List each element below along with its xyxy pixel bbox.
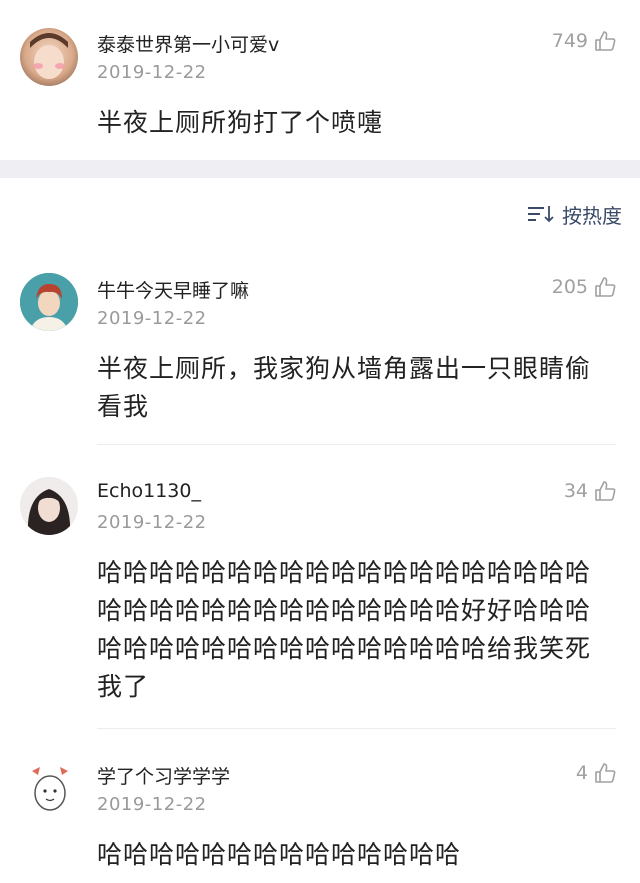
comment-date: 2019-12-22 <box>97 308 207 329</box>
avatar-photo-icon <box>20 477 78 535</box>
like-button[interactable]: 4 <box>576 762 616 784</box>
avatar-illustration-icon <box>20 273 78 331</box>
comment-text: 哈哈哈哈哈哈哈哈哈哈哈哈哈哈 <box>97 840 462 869</box>
username[interactable]: 学了个习学学学 <box>97 762 230 789</box>
thumbs-up-icon <box>595 481 616 501</box>
avatar[interactable] <box>20 273 78 331</box>
like-button[interactable]: 749 <box>552 30 616 52</box>
like-button[interactable]: 34 <box>564 480 616 502</box>
comment-date: 2019-12-22 <box>97 62 207 83</box>
like-button[interactable]: 205 <box>552 276 616 298</box>
comment-text: 哈哈哈哈哈哈哈哈哈哈哈哈哈哈哈哈哈哈哈哈哈哈哈哈哈哈哈哈哈哈哈哈哈好好哈哈哈哈哈… <box>97 558 592 701</box>
sort-by-hot-button[interactable]: 按热度 <box>528 200 622 228</box>
like-count: 34 <box>563 480 588 502</box>
section-divider <box>0 160 640 178</box>
avatar-face-icon <box>30 33 68 79</box>
like-count: 205 <box>551 276 588 298</box>
avatar-cartoon-icon <box>20 759 78 817</box>
username[interactable]: 牛牛今天早睡了嘛 <box>97 276 249 303</box>
like-count: 749 <box>551 30 588 52</box>
divider <box>97 728 616 729</box>
thumbs-up-icon <box>595 277 616 297</box>
thumbs-up-icon <box>595 763 616 783</box>
comment-text: 半夜上厕所，我家狗从墙角露出一只眼睛偷看我 <box>97 354 592 421</box>
comment-date: 2019-12-22 <box>97 794 207 815</box>
like-count: 4 <box>575 762 588 784</box>
avatar[interactable] <box>20 477 78 535</box>
top-comment: 泰泰世界第一小可爱v 2019-12-22 749 半夜上厕所狗打了个喷嚏 <box>0 0 640 160</box>
divider <box>97 444 616 445</box>
comment-date: 2019-12-22 <box>97 512 207 533</box>
comment-text: 半夜上厕所狗打了个喷嚏 <box>97 108 384 137</box>
username[interactable]: Echo1130_ <box>97 480 201 502</box>
thumbs-up-icon <box>595 31 616 51</box>
username[interactable]: 泰泰世界第一小可爱v <box>97 30 279 57</box>
sort-label: 按热度 <box>562 203 622 228</box>
avatar[interactable] <box>20 28 78 86</box>
avatar[interactable] <box>20 759 78 817</box>
sort-icon <box>528 204 554 224</box>
